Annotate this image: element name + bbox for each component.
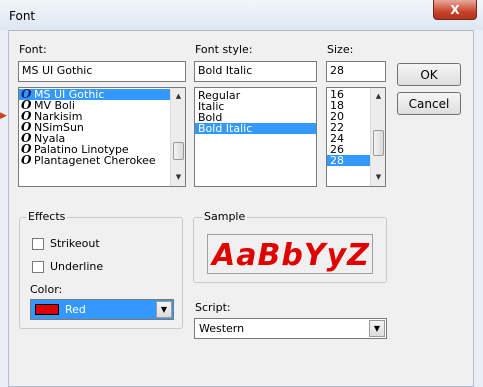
script-value: Western	[199, 322, 245, 335]
color-swatch	[35, 304, 59, 315]
color-select[interactable]: Red ▼	[30, 299, 174, 320]
scroll-down-icon[interactable]: ▼	[371, 171, 385, 184]
cancel-button[interactable]: Cancel	[397, 92, 461, 115]
script-label: Script:	[195, 301, 231, 314]
font-name-input[interactable]: MS UI Gothic	[18, 61, 186, 82]
style-list-item[interactable]: Bold Italic	[195, 123, 316, 134]
size-input[interactable]: 28	[326, 61, 386, 82]
window-title: Font	[9, 9, 36, 23]
scroll-up-icon[interactable]: ▲	[171, 90, 185, 103]
dialog-body: Font: MS UI Gothic O MS UI Gothic O MV Boli…	[8, 30, 474, 387]
ok-button[interactable]: OK	[397, 63, 461, 86]
color-label: Color:	[30, 283, 63, 296]
close-button[interactable]: X	[433, 0, 477, 20]
sample-preview: AaBbYyZ	[207, 234, 373, 274]
font-style-list[interactable]: Regular Italic Bold Bold Italic	[194, 87, 317, 187]
scroll-down-icon[interactable]: ▼	[171, 171, 185, 184]
font-list-item[interactable]: O Plantagenet Cherokee	[19, 153, 170, 167]
underline-label: Underline	[50, 260, 104, 273]
font-style-label: Font style:	[195, 43, 253, 56]
close-icon: X	[450, 2, 460, 17]
size-list-scrollbar[interactable]: ▲ ▼	[370, 88, 385, 186]
sample-group: Sample AaBbYyZ	[193, 210, 387, 283]
size-list-item[interactable]: 28	[327, 155, 370, 166]
size-label: Size:	[327, 43, 354, 56]
color-value: Red	[65, 303, 86, 316]
sample-text: AaBbYyZ	[212, 238, 370, 273]
strikeout-label: Strikeout	[50, 237, 100, 250]
underline-checkbox[interactable]	[32, 261, 44, 273]
effects-group: Effects Strikeout Underline Color: Red ▼	[19, 210, 183, 329]
chevron-down-icon[interactable]: ▼	[156, 301, 172, 318]
font-style-input[interactable]: Bold Italic	[194, 61, 317, 82]
font-type-icon: O	[21, 153, 32, 167]
scroll-thumb[interactable]	[373, 130, 384, 156]
size-list[interactable]: 16 18 20 22 24 26 28 ▲ ▼	[326, 87, 386, 187]
font-list-scrollbar[interactable]: ▲ ▼	[170, 88, 185, 186]
font-item-label: Plantagenet Cherokee	[34, 154, 156, 167]
font-list[interactable]: O MS UI Gothic O MV Boli O Narkisim O NSimSun O N…	[18, 87, 186, 187]
chevron-down-icon[interactable]: ▼	[369, 320, 385, 337]
size-item-label: 28	[330, 154, 344, 167]
font-label: Font:	[19, 43, 47, 56]
effects-label: Effects	[26, 210, 68, 223]
script-select[interactable]: Western ▼	[194, 318, 387, 339]
strikeout-checkbox[interactable]	[32, 238, 44, 250]
title-bar: Font X	[0, 0, 483, 30]
style-item-label: Bold Italic	[198, 122, 253, 135]
pointer-arrow-icon: ▶	[0, 111, 7, 121]
scroll-thumb[interactable]	[173, 142, 184, 160]
sample-label: Sample	[202, 210, 248, 223]
scroll-up-icon[interactable]: ▲	[371, 90, 385, 103]
